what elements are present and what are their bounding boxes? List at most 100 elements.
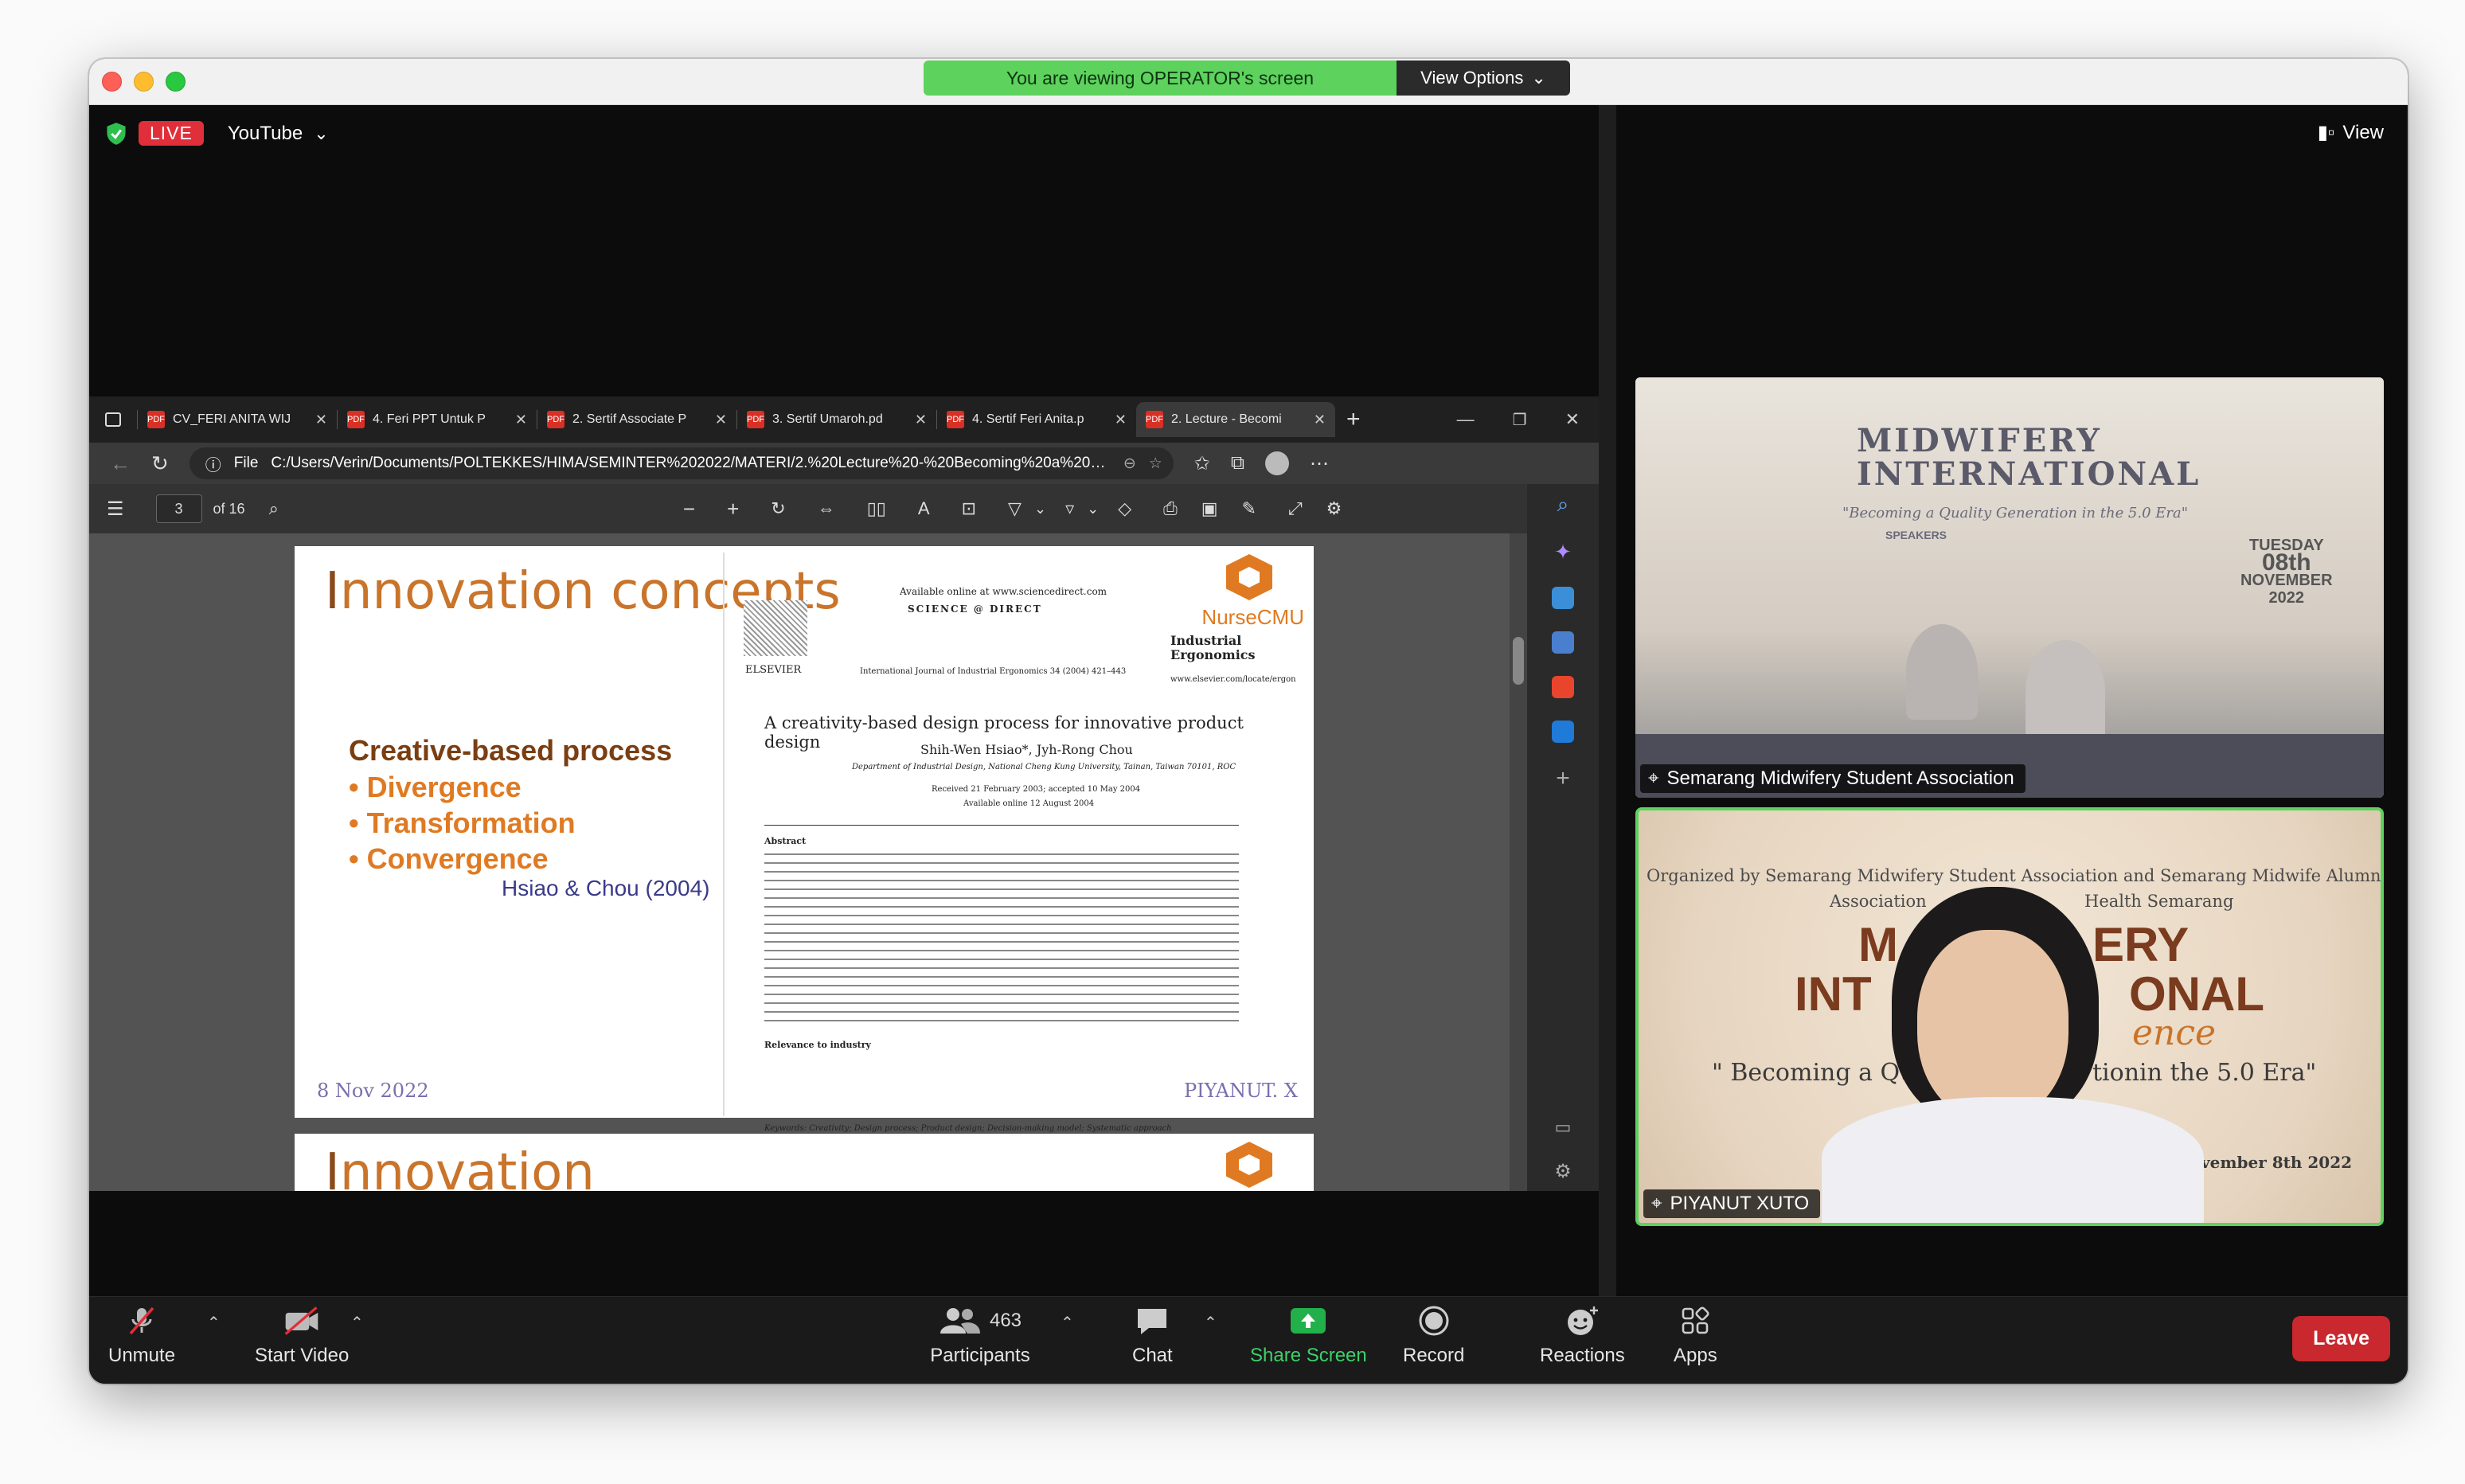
view-label: View [2342,121,2384,143]
draw-icon[interactable]: ▽ [1008,498,1022,519]
abstract-body [764,853,1239,1029]
copilot-icon[interactable]: ✦ [1554,540,1572,564]
close-tab-icon[interactable]: ✕ [515,412,527,428]
reactions-icon [1563,1305,1601,1337]
people-icon[interactable] [1552,631,1574,654]
hide-sidebar-icon[interactable]: ▭ [1555,1117,1572,1138]
address-field[interactable]: ⓘ File C:/Users/Verin/Documents/POLTEKKE… [189,447,1174,479]
pdf-icon: PDF [347,411,365,428]
browser-tab[interactable]: PDF CV_FERI ANITA WIJ ✕ [138,402,337,437]
rotate-icon[interactable]: ↻ [771,498,785,519]
fit-page-icon[interactable]: ⇔ [818,498,835,519]
slide-divider [723,553,725,1116]
paper-keywords: Keywords: Creativity; Design process; Pr… [764,1124,1172,1133]
save-as-icon[interactable]: ✎ [1242,498,1256,519]
restore-icon[interactable]: ❐ [1513,410,1527,430]
zoom-icon[interactable]: ⊖ [1123,455,1136,473]
slide-author: PIYANUT. X [1184,1080,1298,1102]
chat-options-caret[interactable]: ⌃ [1204,1313,1217,1333]
video-tile-active-speaker[interactable]: Organized by Semarang Midwifery Student … [1635,807,2384,1226]
more-menu-icon[interactable]: ⋯ [1310,452,1329,475]
fullscreen-icon[interactable]: ⤢ [1288,498,1303,519]
view-button[interactable]: ▮▫ View [2318,121,2384,144]
tab-label: CV_FERI ANITA WIJ [173,412,291,426]
start-video-button[interactable]: Start Video [255,1305,349,1367]
video-options-caret[interactable]: ⌃ [350,1313,364,1333]
search-icon[interactable]: ⌕ [269,498,279,519]
print-icon[interactable]: ⎙ [1163,498,1178,519]
tab-label: 4. Feri PPT Untuk P [373,412,486,426]
outlook-icon[interactable] [1552,721,1574,743]
close-tab-icon[interactable]: ✕ [915,412,927,428]
new-tab-icon[interactable]: + [1346,406,1361,433]
chevron-down-icon[interactable]: ⌄ [1034,501,1046,517]
profile-avatar-icon[interactable] [1265,451,1290,475]
page-number-input[interactable]: 3 [155,494,202,523]
tab-actions-icon[interactable] [89,412,137,427]
back-icon[interactable]: ← [110,451,131,476]
refresh-icon[interactable]: ↻ [151,451,169,476]
banner-date-block: TUESDAY 08th NOVEMBER 2022 [2240,537,2333,607]
share-screen-button[interactable]: Share Screen [1250,1305,1367,1367]
tools-icon[interactable] [1552,587,1574,609]
office-icon[interactable] [1552,676,1574,698]
browser-tab-active[interactable]: PDF 2. Lecture - Becomi ✕ [1136,402,1335,437]
audio-options-caret[interactable]: ⌃ [207,1313,221,1333]
settings-icon[interactable]: ⚙ [1326,498,1342,519]
video-tile[interactable]: MIDWIFERY INTERNATIONAL "Becoming a Qual… [1635,377,2384,798]
favorite-add-icon[interactable]: ☆ [1149,455,1162,473]
close-tab-icon[interactable]: ✕ [715,412,727,428]
paper-affiliation: Department of Industrial Design, Nationa… [852,763,1236,771]
live-stream-indicator[interactable]: LIVE YouTube ⌄ [105,121,329,146]
microphone-muted-icon [123,1305,161,1337]
chevron-down-icon[interactable]: ⌄ [1087,501,1099,517]
apps-button[interactable]: Apps [1674,1305,1717,1367]
slide-bullet: • Divergence [349,771,522,803]
search-icon[interactable]: ⌕ [1557,492,1569,517]
minimize-window-button[interactable] [134,72,154,92]
settings-icon[interactable]: ⚙ [1554,1160,1572,1183]
close-tab-icon[interactable]: ✕ [1314,412,1326,428]
close-icon[interactable]: ✕ [1565,409,1580,430]
eraser-icon[interactable]: ◇ [1118,498,1131,519]
participants-label: Participants [930,1345,1030,1366]
pdf-scrollbar[interactable] [1510,533,1527,1191]
close-window-button[interactable] [102,72,122,92]
zoom-in-icon[interactable]: + [727,497,739,521]
organizer-text: Organized by Semarang Midwifery Student … [1647,866,2384,885]
text-icon[interactable]: ⊡ [962,498,976,519]
close-tab-icon[interactable]: ✕ [1115,412,1127,428]
start-video-label: Start Video [255,1345,350,1366]
close-tab-icon[interactable]: ✕ [315,412,327,428]
unmute-button[interactable]: Unmute [108,1305,175,1367]
view-options-button[interactable]: View Options ⌄ [1397,61,1570,96]
add-icon[interactable]: + [1556,765,1570,792]
pdf-viewport[interactable]: Innovation concepts Creative-based proce… [89,533,1527,1191]
reactions-button[interactable]: Reactions [1540,1305,1625,1367]
participants-count: 463 [989,1310,1022,1331]
browser-tab[interactable]: PDF 3. Sertif Umaroh.pd ✕ [737,402,936,437]
tab-label: 2. Lecture - Becomi [1171,412,1282,426]
browser-tab[interactable]: PDF 4. Sertif Feri Anita.p ✕ [937,402,1136,437]
favorites-icon[interactable]: ✩ [1194,452,1210,475]
collections-icon[interactable]: ⧉ [1231,452,1244,474]
record-button[interactable]: Record [1403,1305,1464,1367]
browser-tab[interactable]: PDF 4. Feri PPT Untuk P ✕ [338,402,537,437]
zoom-window-button[interactable] [166,72,186,92]
contents-icon[interactable]: ☰ [107,498,124,521]
split-divider[interactable] [1599,105,1616,1296]
participants-options-caret[interactable]: ⌃ [1061,1313,1074,1333]
leave-button[interactable]: Leave [2292,1316,2390,1361]
chat-button[interactable]: Chat [1132,1305,1173,1367]
save-icon[interactable]: ▣ [1201,498,1218,519]
page-view-icon[interactable]: ▯▯ [867,498,886,519]
highlight-icon[interactable]: ▿ [1065,498,1074,519]
nursecmu-logo-icon [1226,1142,1272,1188]
association-text: Association [1830,892,1927,911]
read-aloud-icon[interactable]: A [918,498,930,519]
participants-button[interactable]: 463 Participants [928,1305,1032,1367]
scrollbar-thumb[interactable] [1513,637,1524,685]
zoom-out-icon[interactable]: − [683,497,695,521]
browser-tab[interactable]: PDF 2. Sertif Associate P ✕ [537,402,736,437]
minimize-icon[interactable]: — [1457,409,1475,430]
